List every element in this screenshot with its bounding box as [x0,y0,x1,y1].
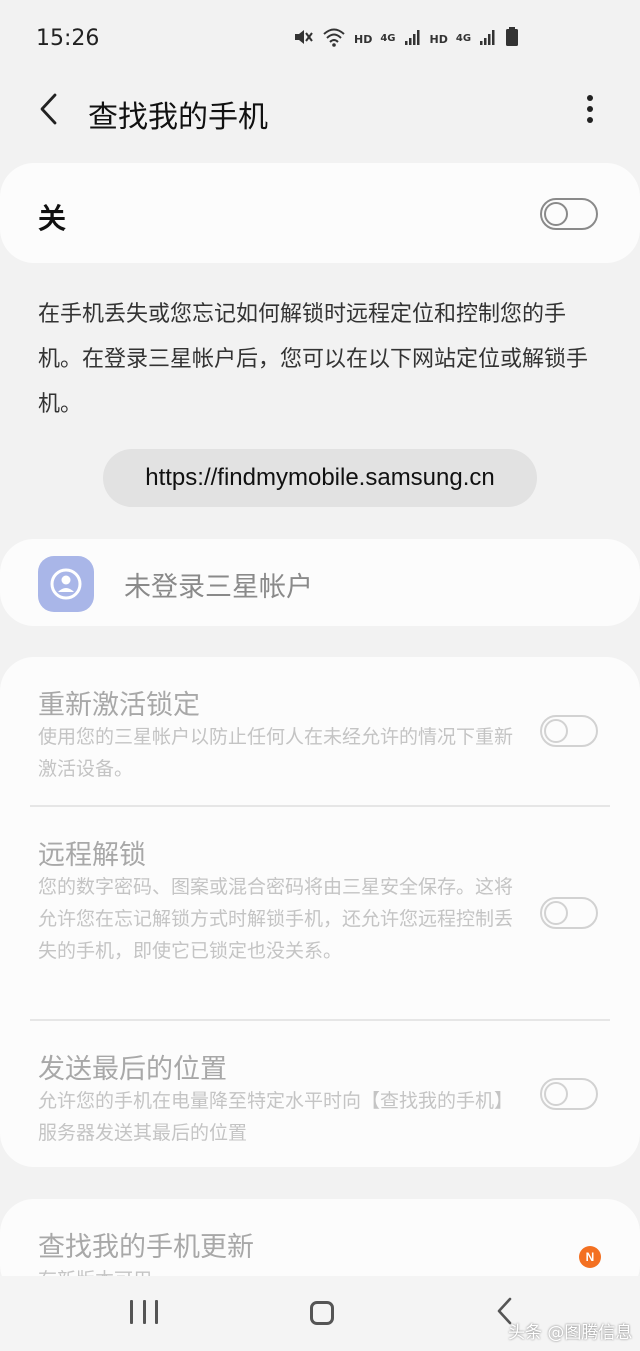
home-icon[interactable] [310,1301,334,1325]
setting-title: 重新激活锁定 [38,690,200,721]
network-type: 4G [380,33,396,44]
remote-unlock-toggle[interactable] [540,897,598,929]
app-bar: 查找我的手机 [0,80,640,140]
account-label: 未登录三星帐户 [124,572,313,603]
status-icons: HD 4G HD 4G [292,26,519,52]
watermark: 头条 @图腾信息 [508,1323,633,1343]
more-options-button[interactable] [574,90,606,132]
send-last-location-toggle[interactable] [540,1078,598,1110]
recent-apps-icon[interactable] [130,1300,158,1326]
mute-icon [292,26,314,52]
master-switch-label: 关 [38,202,67,235]
setting-title: 发送最后的位置 [38,1054,227,1085]
signal-icon-2 [479,28,497,50]
back-button[interactable] [28,90,70,132]
settings-card: 重新激活锁定 使用您的三星帐户以防止任何人在未经允许的情况下重新激活设备。 远程… [0,657,640,1167]
hd-indicator-2: HD [429,32,448,46]
chevron-left-icon [38,92,60,130]
setting-reactivation-lock[interactable]: 重新激活锁定 使用您的三星帐户以防止任何人在未经允许的情况下重新激活设备。 [0,657,640,805]
toggle-knob [544,202,568,226]
setting-description: 允许您的手机在电量降至特定水平时向【查找我的手机】服务器发送其最后的位置 [38,1090,514,1144]
hd-indicator: HD [354,32,373,46]
battery-icon [505,27,519,51]
reactivation-lock-toggle[interactable] [540,715,598,747]
setting-remote-unlock[interactable]: 远程解锁 您的数字密码、图案或混合密码将由三星安全保存。这将允许您在忘记解锁方式… [0,807,640,1019]
wifi-icon [322,27,346,51]
description-text: 在手机丢失或您忘记如何解锁时远程定位和控制您的手机。在登录三星帐户后，您可以在以… [38,302,589,417]
setting-send-last-location[interactable]: 发送最后的位置 允许您的手机在电量降至特定水平时向【查找我的手机】服务器发送其最… [0,1021,640,1167]
setting-description: 使用您的三星帐户以防止任何人在未经允许的情况下重新激活设备。 [38,726,514,780]
network-type-2: 4G [455,33,472,44]
toggle-knob [544,1082,568,1106]
update-title: 查找我的手机更新 [38,1232,254,1263]
notification-badge: N [579,1246,601,1268]
status-time: 15:26 [36,26,100,51]
url-pill: https://findmymobile.samsung.cn [103,449,537,507]
master-switch-toggle[interactable] [540,198,598,230]
status-bar: 15:26 HD 4G HD 4G [0,0,640,80]
page-title: 查找我的手机 [88,100,268,135]
account-card[interactable]: 未登录三星帐户 [0,539,640,626]
more-vertical-icon [586,94,594,128]
setting-title: 远程解锁 [38,840,146,871]
setting-description: 您的数字密码、图案或混合密码将由三星安全保存。这将允许您在忘记解锁方式时解锁手机… [38,876,514,962]
signal-icon [404,28,422,50]
find-my-mobile-screen: 15:26 HD 4G HD 4G 查找我的手机 关 在手机丢失或您忘记如何解锁… [0,0,640,1351]
master-switch-card[interactable]: 关 [0,163,640,263]
toggle-knob [544,901,568,925]
account-icon [38,556,94,612]
toggle-knob [544,719,568,743]
